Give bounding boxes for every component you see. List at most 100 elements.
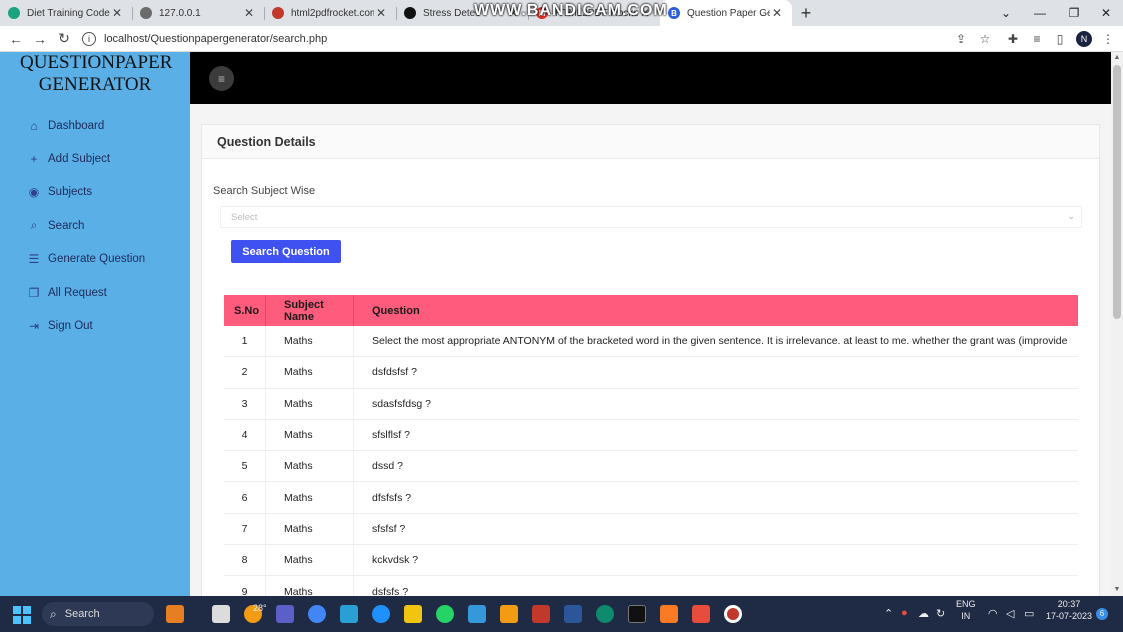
widgets-icon[interactable]	[166, 605, 184, 623]
side-panel-icon[interactable]: ▯	[1050, 29, 1070, 49]
battery-icon[interactable]: ▭	[1024, 607, 1034, 620]
cell-question: dfsfsfs ?	[372, 491, 412, 504]
new-tab-button[interactable]: +	[792, 0, 820, 26]
scroll-down-arrow-icon[interactable]: ▼	[1111, 584, 1123, 596]
region-label: IN	[961, 611, 971, 621]
reload-button[interactable]: ↻	[52, 27, 76, 51]
scrollbar-thumb[interactable]	[1113, 65, 1121, 319]
edge-icon[interactable]	[596, 605, 614, 623]
subject-select[interactable]: Select ⌄	[220, 206, 1082, 228]
table-row: 5 Maths dssd ?	[224, 451, 1078, 483]
close-tab-icon[interactable]: ✕	[242, 6, 256, 20]
minimize-button[interactable]: —	[1023, 0, 1057, 26]
mysql-workbench-icon[interactable]	[340, 605, 358, 623]
whatsapp-icon[interactable]	[436, 605, 454, 623]
volume-icon[interactable]: ◁	[1006, 607, 1014, 620]
tab-search-chevron-icon[interactable]: ⌄	[989, 0, 1023, 26]
close-tab-icon[interactable]: ✕	[374, 6, 388, 20]
teams-icon[interactable]	[276, 605, 294, 623]
cell-sno: 9	[224, 576, 266, 596]
cell-sno: 5	[224, 451, 266, 482]
top-navbar: ≡	[190, 52, 1111, 104]
cell-question: dssd ?	[372, 460, 403, 473]
subject-select-value: Select	[231, 211, 258, 223]
clock[interactable]: 20:37 17-07-2023	[1046, 598, 1092, 622]
cell-subject: Maths	[266, 513, 354, 545]
home-icon: ⌂	[30, 118, 38, 133]
back-button[interactable]: ←	[4, 27, 28, 51]
tray-sync-icon[interactable]: ↻	[936, 607, 945, 620]
record-icon[interactable]	[724, 605, 742, 623]
video-icon	[404, 7, 416, 19]
notification-badge[interactable]: 6	[1096, 608, 1108, 620]
tab-label: Question Paper Gene	[687, 7, 770, 19]
terminal-icon[interactable]	[628, 605, 646, 623]
browser-tab[interactable]: B Question Paper Gene✕	[660, 0, 792, 26]
anydesk-icon[interactable]	[692, 605, 710, 623]
language-label: ENG	[956, 599, 976, 609]
help-icon[interactable]	[372, 605, 390, 623]
sidebar-item-subjects[interactable]: ◉ Subjects	[0, 176, 190, 209]
scroll-up-arrow-icon[interactable]: ▲	[1111, 52, 1123, 64]
table-row: 4 Maths sfslflsf ?	[224, 419, 1078, 452]
taskbar-search[interactable]: ⌕ Search	[42, 602, 154, 626]
word-icon[interactable]	[564, 605, 582, 623]
taskbar-search-label: Search	[64, 608, 100, 620]
close-window-button[interactable]: ✕	[1089, 0, 1123, 26]
store-icon[interactable]	[468, 605, 486, 623]
sublime-text-icon[interactable]	[500, 605, 518, 623]
app-icon[interactable]	[532, 605, 550, 623]
list-icon: ☰	[28, 252, 40, 267]
table-row: 6 Maths dfsfsfs ?	[224, 482, 1078, 514]
xampp-icon[interactable]	[660, 605, 678, 623]
cell-sno: 6	[224, 482, 266, 513]
sidebar-item-add-subject[interactable]: + Add Subject	[0, 142, 190, 175]
forward-button[interactable]: →	[28, 27, 52, 51]
browser-tab[interactable]: 127.0.0.1 ✕	[132, 0, 264, 26]
sidebar-item-sign-out[interactable]: ⇥ Sign Out	[0, 309, 190, 342]
site-info-icon[interactable]: i	[82, 31, 96, 46]
maximize-button[interactable]: ❐	[1057, 0, 1091, 26]
url-field[interactable]: i localhost/Questionpapergenerator/searc…	[82, 29, 942, 49]
cell-subject: Maths	[266, 545, 354, 576]
task-view-icon[interactable]	[212, 605, 230, 623]
file-explorer-icon[interactable]	[404, 605, 422, 623]
table-row: 9 Maths dsfsfs ?	[224, 576, 1078, 596]
profile-avatar[interactable]: N	[1074, 29, 1094, 49]
tray-overflow-chevron-icon[interactable]: ⌃	[884, 607, 893, 620]
search-question-button[interactable]: Search Question	[231, 240, 341, 263]
table-row: 3 Maths sdasfsfdsg ?	[224, 388, 1078, 420]
header-sno[interactable]: S.No	[224, 295, 266, 326]
sidebar: QUESTIONPAPER GENERATOR ⌂ Dashboard + Add S…	[0, 52, 190, 596]
table-row: 1 Maths Select the most appropriate ANTONY…	[224, 326, 1078, 358]
reading-list-icon[interactable]: ≡	[1027, 29, 1047, 49]
sidebar-item-search[interactable]: ⌕ Search	[0, 209, 190, 242]
table-body: 1 Maths Select the most appropriate ANTONY…	[224, 326, 1078, 596]
cell-subject: Maths	[266, 388, 354, 419]
share-icon[interactable]: ⇪	[951, 29, 971, 49]
close-tab-icon[interactable]: ✕	[110, 6, 124, 20]
browser-tab[interactable]: Diet Training Code ✕	[0, 0, 132, 26]
browser-tab[interactable]: html2pdfrocket.com/✕	[264, 0, 396, 26]
header-question[interactable]: Question	[354, 295, 1078, 326]
wifi-icon[interactable]: ◠	[988, 607, 998, 620]
tray-app-icon[interactable]: ☁	[918, 607, 929, 620]
sidebar-item-all-request[interactable]: ❐ All Request	[0, 276, 190, 309]
menu-toggle-button[interactable]: ≡	[209, 66, 234, 91]
header-subject-name[interactable]: Subject Name	[266, 295, 354, 326]
close-tab-icon[interactable]: ✕	[770, 6, 784, 20]
sidebar-item-generate-question[interactable]: ☰ Generate Question	[0, 243, 190, 276]
chrome-icon[interactable]	[308, 605, 326, 623]
cell-question: sdasfsfdsg ?	[372, 397, 431, 410]
tab-label: Diet Training Code	[27, 7, 110, 19]
sidebar-item-dashboard[interactable]: ⌂ Dashboard	[0, 109, 190, 142]
windows-start-icon[interactable]	[13, 606, 31, 624]
browser-menu-icon[interactable]: ⋮	[1098, 29, 1118, 49]
language-indicator[interactable]: ENG IN	[956, 598, 976, 622]
cell-question: kckvdsk ?	[372, 554, 419, 567]
recording-tray-icon[interactable]: ●	[901, 607, 908, 619]
extensions-icon[interactable]: ✚	[1003, 29, 1023, 49]
table-header: S.No Subject Name Question	[224, 295, 1078, 326]
bookmark-star-icon[interactable]: ☆	[975, 29, 995, 49]
vertical-scrollbar[interactable]: ▲ ▼	[1111, 52, 1123, 596]
